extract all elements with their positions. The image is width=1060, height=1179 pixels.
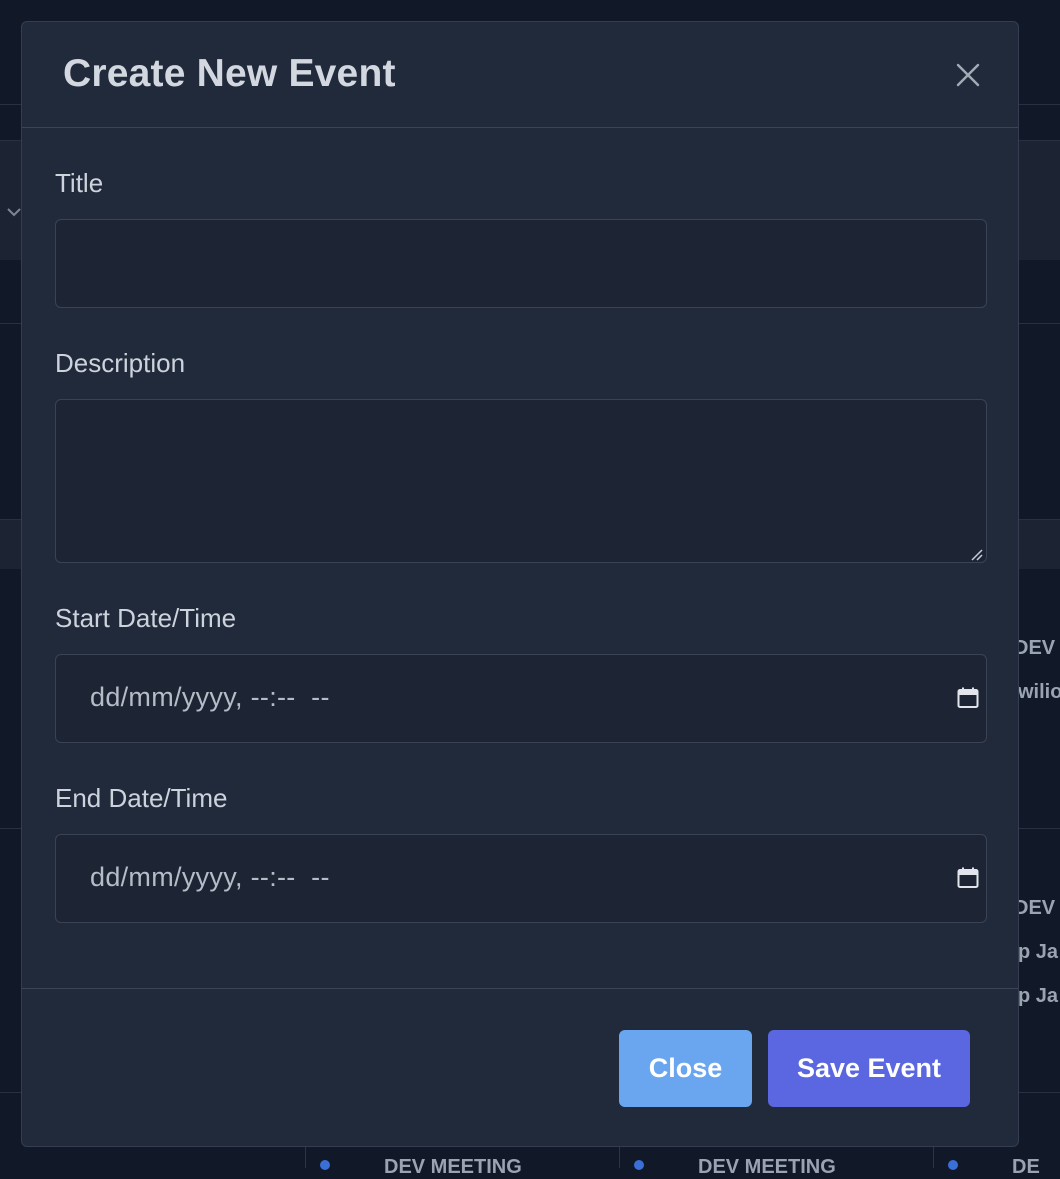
- create-event-modal: Create New Event Title Description Start…: [21, 21, 1019, 1147]
- bg-event-dot: [634, 1160, 644, 1170]
- bg-event-fragment: p Ja: [1018, 985, 1059, 1007]
- title-input[interactable]: [55, 219, 987, 308]
- chevron-down-icon: [7, 208, 21, 217]
- modal-footer: Close Save Event: [22, 988, 1018, 1146]
- bg-event-dot: [948, 1160, 958, 1170]
- resize-handle-icon[interactable]: [969, 547, 983, 561]
- end-datetime-placeholder: dd/mm/yyyy, --:-- --: [90, 862, 330, 892]
- description-label: Description: [55, 348, 186, 378]
- bg-event-dot: [320, 1160, 330, 1170]
- calendar-icon[interactable]: [956, 866, 980, 890]
- bg-event-fragment: p Ja: [1018, 941, 1059, 963]
- end-datetime-label: End Date/Time: [55, 783, 228, 813]
- title-label: Title: [55, 168, 104, 198]
- start-datetime-label: Start Date/Time: [55, 603, 237, 633]
- start-datetime-placeholder: dd/mm/yyyy, --:-- --: [90, 682, 330, 712]
- description-textarea[interactable]: [55, 399, 987, 563]
- modal-title: Create New Event: [63, 52, 396, 95]
- bg-event-fragment: DEV: [1014, 897, 1056, 919]
- bg-event-fragment: DEV: [1014, 637, 1056, 659]
- close-button[interactable]: Close: [619, 1030, 752, 1107]
- calendar-icon[interactable]: [956, 686, 980, 710]
- end-datetime-input[interactable]: dd/mm/yyyy, --:-- --: [55, 834, 987, 923]
- bg-event-fragment: wilio: [1018, 681, 1060, 703]
- start-datetime-input[interactable]: dd/mm/yyyy, --:-- --: [55, 654, 987, 743]
- modal-header: Create New Event: [22, 22, 1018, 128]
- close-icon[interactable]: [955, 62, 981, 88]
- save-event-button[interactable]: Save Event: [768, 1030, 970, 1107]
